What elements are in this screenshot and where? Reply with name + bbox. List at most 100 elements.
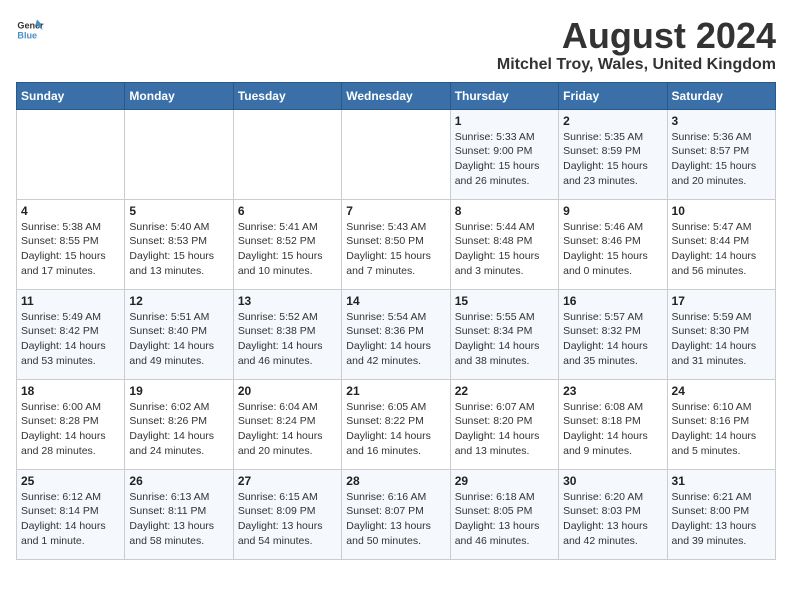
day-number: 29 xyxy=(455,474,554,488)
day-info: Sunrise: 5:41 AM Sunset: 8:52 PM Dayligh… xyxy=(238,220,337,279)
day-number: 11 xyxy=(21,294,120,308)
day-info: Sunrise: 5:43 AM Sunset: 8:50 PM Dayligh… xyxy=(346,220,445,279)
day-number: 1 xyxy=(455,114,554,128)
day-number: 12 xyxy=(129,294,228,308)
day-number: 28 xyxy=(346,474,445,488)
day-info: Sunrise: 5:40 AM Sunset: 8:53 PM Dayligh… xyxy=(129,220,228,279)
day-info: Sunrise: 6:10 AM Sunset: 8:16 PM Dayligh… xyxy=(672,400,771,459)
day-number: 2 xyxy=(563,114,662,128)
day-number: 27 xyxy=(238,474,337,488)
calendar-week-row: 4Sunrise: 5:38 AM Sunset: 8:55 PM Daylig… xyxy=(17,199,776,289)
day-number: 8 xyxy=(455,204,554,218)
day-number: 5 xyxy=(129,204,228,218)
calendar-cell: 3Sunrise: 5:36 AM Sunset: 8:57 PM Daylig… xyxy=(667,109,775,199)
day-info: Sunrise: 5:38 AM Sunset: 8:55 PM Dayligh… xyxy=(21,220,120,279)
day-info: Sunrise: 5:47 AM Sunset: 8:44 PM Dayligh… xyxy=(672,220,771,279)
day-of-week-header: Friday xyxy=(559,82,667,109)
calendar-cell: 4Sunrise: 5:38 AM Sunset: 8:55 PM Daylig… xyxy=(17,199,125,289)
day-info: Sunrise: 5:35 AM Sunset: 8:59 PM Dayligh… xyxy=(563,130,662,189)
calendar: SundayMondayTuesdayWednesdayThursdayFrid… xyxy=(16,82,776,560)
calendar-cell: 29 Sunrise: 6:18 AM Sunset: 8:05 PM Dayli… xyxy=(450,469,558,559)
day-number: 14 xyxy=(346,294,445,308)
day-info: Sunrise: 6:04 AM Sunset: 8:24 PM Dayligh… xyxy=(238,400,337,459)
day-info: Sunrise: 6:20 AM Sunset: 8:03 PM Dayligh… xyxy=(563,490,662,549)
calendar-cell xyxy=(125,109,233,199)
day-info: Sunrise: 5:49 AM Sunset: 8:42 PM Dayligh… xyxy=(21,310,120,369)
calendar-cell: 24 Sunrise: 6:10 AM Sunset: 8:16 PM Dayli… xyxy=(667,379,775,469)
calendar-cell: 5 Sunrise: 5:40 AM Sunset: 8:53 PM Daylig… xyxy=(125,199,233,289)
calendar-cell: 7 Sunrise: 5:43 AM Sunset: 8:50 PM Daylig… xyxy=(342,199,450,289)
calendar-cell: 23Sunrise: 6:08 AM Sunset: 8:18 PM Dayli… xyxy=(559,379,667,469)
calendar-cell: 26 Sunrise: 6:13 AM Sunset: 8:11 PM Dayli… xyxy=(125,469,233,559)
day-info: Sunrise: 6:02 AM Sunset: 8:26 PM Dayligh… xyxy=(129,400,228,459)
day-info: Sunrise: 6:12 AM Sunset: 8:14 PM Dayligh… xyxy=(21,490,120,549)
header: General Blue August 2024 Mitchel Troy, W… xyxy=(16,16,776,74)
calendar-cell xyxy=(17,109,125,199)
day-of-week-header: Thursday xyxy=(450,82,558,109)
day-info: Sunrise: 5:44 AM Sunset: 8:48 PM Dayligh… xyxy=(455,220,554,279)
day-of-week-header: Tuesday xyxy=(233,82,341,109)
day-number: 31 xyxy=(672,474,771,488)
day-number: 21 xyxy=(346,384,445,398)
day-info: Sunrise: 5:51 AM Sunset: 8:40 PM Dayligh… xyxy=(129,310,228,369)
logo: General Blue xyxy=(16,16,44,44)
day-number: 6 xyxy=(238,204,337,218)
calendar-week-row: 11 Sunrise: 5:49 AM Sunset: 8:42 PM Dayli… xyxy=(17,289,776,379)
day-of-week-header: Sunday xyxy=(17,82,125,109)
logo-icon: General Blue xyxy=(16,16,44,44)
day-number: 30 xyxy=(563,474,662,488)
calendar-cell: 14 Sunrise: 5:54 AM Sunset: 8:36 PM Dayli… xyxy=(342,289,450,379)
day-info: Sunrise: 5:54 AM Sunset: 8:36 PM Dayligh… xyxy=(346,310,445,369)
calendar-cell: 19 Sunrise: 6:02 AM Sunset: 8:26 PM Dayli… xyxy=(125,379,233,469)
main-title: August 2024 xyxy=(497,16,776,56)
calendar-cell xyxy=(233,109,341,199)
day-number: 18 xyxy=(21,384,120,398)
day-info: Sunrise: 6:05 AM Sunset: 8:22 PM Dayligh… xyxy=(346,400,445,459)
day-info: Sunrise: 5:57 AM Sunset: 8:32 PM Dayligh… xyxy=(563,310,662,369)
day-info: Sunrise: 5:52 AM Sunset: 8:38 PM Dayligh… xyxy=(238,310,337,369)
title-area: August 2024 Mitchel Troy, Wales, United … xyxy=(497,16,776,74)
calendar-cell xyxy=(342,109,450,199)
calendar-cell: 6 Sunrise: 5:41 AM Sunset: 8:52 PM Daylig… xyxy=(233,199,341,289)
day-number: 13 xyxy=(238,294,337,308)
day-number: 25 xyxy=(21,474,120,488)
calendar-cell: 13 Sunrise: 5:52 AM Sunset: 8:38 PM Dayli… xyxy=(233,289,341,379)
calendar-cell: 18Sunrise: 6:00 AM Sunset: 8:28 PM Dayli… xyxy=(17,379,125,469)
calendar-cell: 30 Sunrise: 6:20 AM Sunset: 8:03 PM Dayli… xyxy=(559,469,667,559)
calendar-cell: 9 Sunrise: 5:46 AM Sunset: 8:46 PM Daylig… xyxy=(559,199,667,289)
day-number: 22 xyxy=(455,384,554,398)
calendar-cell: 28 Sunrise: 6:16 AM Sunset: 8:07 PM Dayli… xyxy=(342,469,450,559)
calendar-cell: 11 Sunrise: 5:49 AM Sunset: 8:42 PM Dayli… xyxy=(17,289,125,379)
day-info: Sunrise: 6:16 AM Sunset: 8:07 PM Dayligh… xyxy=(346,490,445,549)
day-number: 15 xyxy=(455,294,554,308)
day-number: 19 xyxy=(129,384,228,398)
calendar-cell: 12 Sunrise: 5:51 AM Sunset: 8:40 PM Dayli… xyxy=(125,289,233,379)
day-number: 16 xyxy=(563,294,662,308)
svg-text:Blue: Blue xyxy=(17,30,37,40)
calendar-week-row: 25 Sunrise: 6:12 AM Sunset: 8:14 PM Dayli… xyxy=(17,469,776,559)
day-number: 26 xyxy=(129,474,228,488)
calendar-cell: 27Sunrise: 6:15 AM Sunset: 8:09 PM Dayli… xyxy=(233,469,341,559)
day-number: 7 xyxy=(346,204,445,218)
day-info: Sunrise: 6:18 AM Sunset: 8:05 PM Dayligh… xyxy=(455,490,554,549)
day-number: 3 xyxy=(672,114,771,128)
day-number: 9 xyxy=(563,204,662,218)
calendar-cell: 2 Sunrise: 5:35 AM Sunset: 8:59 PM Daylig… xyxy=(559,109,667,199)
day-info: Sunrise: 5:33 AM Sunset: 9:00 PM Dayligh… xyxy=(455,130,554,189)
day-info: Sunrise: 5:46 AM Sunset: 8:46 PM Dayligh… xyxy=(563,220,662,279)
day-number: 23 xyxy=(563,384,662,398)
subtitle: Mitchel Troy, Wales, United Kingdom xyxy=(497,56,776,74)
day-info: Sunrise: 5:55 AM Sunset: 8:34 PM Dayligh… xyxy=(455,310,554,369)
day-number: 17 xyxy=(672,294,771,308)
day-info: Sunrise: 5:59 AM Sunset: 8:30 PM Dayligh… xyxy=(672,310,771,369)
calendar-cell: 22Sunrise: 6:07 AM Sunset: 8:20 PM Dayli… xyxy=(450,379,558,469)
day-of-week-header: Wednesday xyxy=(342,82,450,109)
day-number: 20 xyxy=(238,384,337,398)
calendar-week-row: 1 Sunrise: 5:33 AM Sunset: 9:00 PM Daylig… xyxy=(17,109,776,199)
calendar-cell: 25 Sunrise: 6:12 AM Sunset: 8:14 PM Dayli… xyxy=(17,469,125,559)
day-of-week-header: Saturday xyxy=(667,82,775,109)
calendar-cell: 15 Sunrise: 5:55 AM Sunset: 8:34 PM Dayli… xyxy=(450,289,558,379)
day-of-week-header: Monday xyxy=(125,82,233,109)
day-info: Sunrise: 6:13 AM Sunset: 8:11 PM Dayligh… xyxy=(129,490,228,549)
day-number: 24 xyxy=(672,384,771,398)
